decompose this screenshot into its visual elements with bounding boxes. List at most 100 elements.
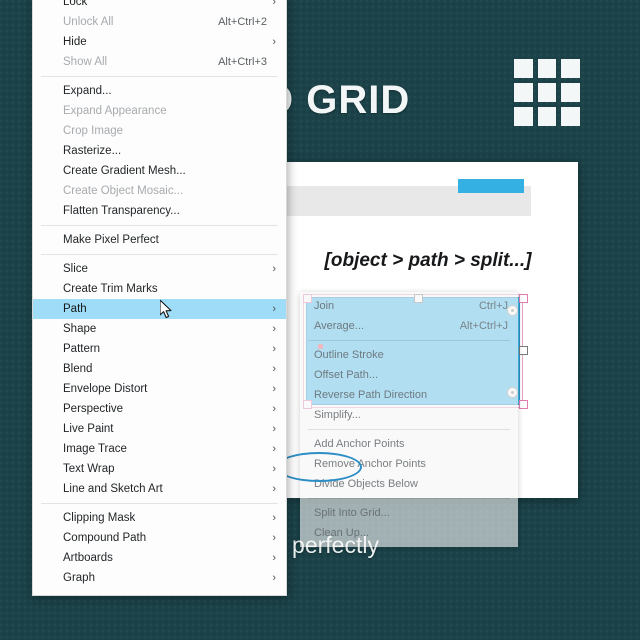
menu-item-label: Path	[63, 303, 87, 315]
chevron-right-icon: ›	[272, 303, 276, 315]
menu-item-create-gradient-mesh[interactable]: Create Gradient Mesh...	[33, 161, 286, 181]
object-context-menu[interactable]: Lock › Unlock All Alt+Ctrl+2 Hide › Show All Al…	[32, 0, 287, 596]
menu-item-label: Clipping Mask	[63, 512, 136, 524]
submenu-item-label: Outline Stroke	[314, 349, 384, 361]
menu-item-label: Live Paint	[63, 423, 114, 435]
submenu-item-clean-up[interactable]: Clean Up...	[300, 523, 518, 543]
submenu-item-label: Split Into Grid...	[314, 507, 390, 519]
submenu-item-outline-stroke[interactable]: Outline Stroke	[300, 345, 518, 365]
submenu-item-label: Reverse Path Direction	[314, 389, 428, 401]
path-submenu[interactable]: Join Ctrl+J Average... Alt+Ctrl+J Outline St…	[300, 292, 518, 547]
menu-item-pattern[interactable]: Pattern ›	[33, 339, 286, 359]
submenu-item-label: Remove Anchor Points	[314, 458, 426, 470]
menu-item-label: Perspective	[63, 403, 124, 415]
menu-item-label: Crop Image	[63, 125, 124, 137]
menu-item-shortcut: Alt+Ctrl+3	[218, 56, 267, 68]
submenu-item-shortcut: Alt+Ctrl+J	[459, 320, 508, 332]
chevron-right-icon: ›	[272, 343, 276, 355]
chevron-right-icon: ›	[272, 0, 276, 8]
chevron-right-icon: ›	[272, 552, 276, 564]
chevron-right-icon: ›	[272, 363, 276, 375]
menu-item-label: Envelope Distort	[63, 383, 148, 395]
selection-handle-tr[interactable]	[519, 294, 528, 303]
menu-item-label: Rasterize...	[63, 145, 122, 157]
chevron-right-icon: ›	[272, 463, 276, 475]
submenu-item-label: Clean Up...	[314, 527, 370, 539]
submenu-item-label: Divide Objects Below	[314, 478, 418, 490]
menu-item-expand[interactable]: Expand...	[33, 81, 286, 101]
menu-item-label: Create Trim Marks	[63, 283, 158, 295]
menu-item-label: Lock	[63, 0, 88, 8]
menu-separator	[41, 254, 278, 255]
menu-item-label: Create Object Mosaic...	[63, 185, 184, 197]
menu-item-label: Pattern	[63, 343, 101, 355]
menu-item-create-object-mosaic: Create Object Mosaic...	[33, 181, 286, 201]
menu-separator	[41, 225, 278, 226]
menu-item-text-wrap[interactable]: Text Wrap ›	[33, 459, 286, 479]
chevron-right-icon: ›	[272, 483, 276, 495]
menu-item-flatten-transparency[interactable]: Flatten Transparency...	[33, 201, 286, 221]
menu-item-compound-path[interactable]: Compound Path ›	[33, 528, 286, 548]
submenu-separator	[308, 429, 510, 430]
submenu-item-add-anchor-points[interactable]: Add Anchor Points	[300, 434, 518, 454]
submenu-item-simplify[interactable]: Simplify...	[300, 405, 518, 425]
menu-item-label: Expand...	[63, 85, 112, 97]
menu-item-label: Blend	[63, 363, 93, 375]
menu-item-line-and-sketch-art[interactable]: Line and Sketch Art ›	[33, 479, 286, 499]
submenu-item-reverse-path-direction[interactable]: Reverse Path Direction	[300, 385, 518, 405]
chevron-right-icon: ›	[272, 323, 276, 335]
chevron-right-icon: ›	[272, 512, 276, 524]
menu-item-label: Text Wrap	[63, 463, 115, 475]
chevron-right-icon: ›	[272, 532, 276, 544]
submenu-item-divide-objects-below[interactable]: Divide Objects Below	[300, 474, 518, 494]
submenu-item-label: Join	[314, 300, 335, 312]
selection-handle-br[interactable]	[519, 400, 528, 409]
menu-item-blend[interactable]: Blend ›	[33, 359, 286, 379]
menu-item-image-trace[interactable]: Image Trace ›	[33, 439, 286, 459]
menu-item-rasterize[interactable]: Rasterize...	[33, 141, 286, 161]
menu-separator	[41, 503, 278, 504]
menu-item-label: Shape	[63, 323, 97, 335]
menu-item-shortcut: Alt+Ctrl+2	[218, 16, 267, 28]
menu-item-crop-image: Crop Image	[33, 121, 286, 141]
menu-item-label: Hide	[63, 36, 87, 48]
chevron-right-icon: ›	[272, 36, 276, 48]
menu-item-shape[interactable]: Shape ›	[33, 319, 286, 339]
menu-item-hide[interactable]: Hide ›	[33, 32, 286, 52]
menu-item-label: Flatten Transparency...	[63, 205, 180, 217]
menu-item-label: Create Gradient Mesh...	[63, 165, 186, 177]
menu-item-envelope-distort[interactable]: Envelope Distort ›	[33, 379, 286, 399]
submenu-item-label: Offset Path...	[314, 369, 378, 381]
menu-item-perspective[interactable]: Perspective ›	[33, 399, 286, 419]
menu-item-live-paint[interactable]: Live Paint ›	[33, 419, 286, 439]
menu-item-label: Image Trace	[63, 443, 127, 455]
submenu-item-remove-anchor-points[interactable]: Remove Anchor Points	[300, 454, 518, 474]
submenu-item-label: Add Anchor Points	[314, 438, 405, 450]
submenu-item-offset-path[interactable]: Offset Path...	[300, 365, 518, 385]
menu-item-clipping-mask[interactable]: Clipping Mask ›	[33, 508, 286, 528]
chevron-right-icon: ›	[272, 383, 276, 395]
menu-item-label: Line and Sketch Art	[63, 483, 163, 495]
menu-item-create-trim-marks[interactable]: Create Trim Marks	[33, 279, 286, 299]
menu-item-unlock-all: Unlock All Alt+Ctrl+2	[33, 12, 286, 32]
menu-item-label: Slice	[63, 263, 88, 275]
path-hint-label: [object > path > split...]	[324, 250, 532, 271]
submenu-item-split-into-grid[interactable]: Split Into Grid...	[300, 503, 518, 523]
menu-item-show-all: Show All Alt+Ctrl+3	[33, 52, 286, 72]
submenu-item-average[interactable]: Average... Alt+Ctrl+J	[300, 316, 518, 336]
submenu-item-shortcut: Ctrl+J	[478, 300, 508, 312]
chevron-right-icon: ›	[272, 423, 276, 435]
menu-item-artboards[interactable]: Artboards ›	[33, 548, 286, 568]
chevron-right-icon: ›	[272, 263, 276, 275]
menu-item-label: Compound Path	[63, 532, 147, 544]
chevron-right-icon: ›	[272, 403, 276, 415]
chevron-right-icon: ›	[272, 443, 276, 455]
menu-item-slice[interactable]: Slice ›	[33, 259, 286, 279]
menu-item-graph[interactable]: Graph ›	[33, 568, 286, 588]
menu-item-label: Artboards	[63, 552, 113, 564]
selection-handle-mr[interactable]	[519, 346, 528, 355]
menu-item-make-pixel-perfect[interactable]: Make Pixel Perfect	[33, 230, 286, 250]
menu-item-lock[interactable]: Lock ›	[33, 0, 286, 12]
submenu-item-join[interactable]: Join Ctrl+J	[300, 296, 518, 316]
submenu-separator	[308, 498, 510, 499]
